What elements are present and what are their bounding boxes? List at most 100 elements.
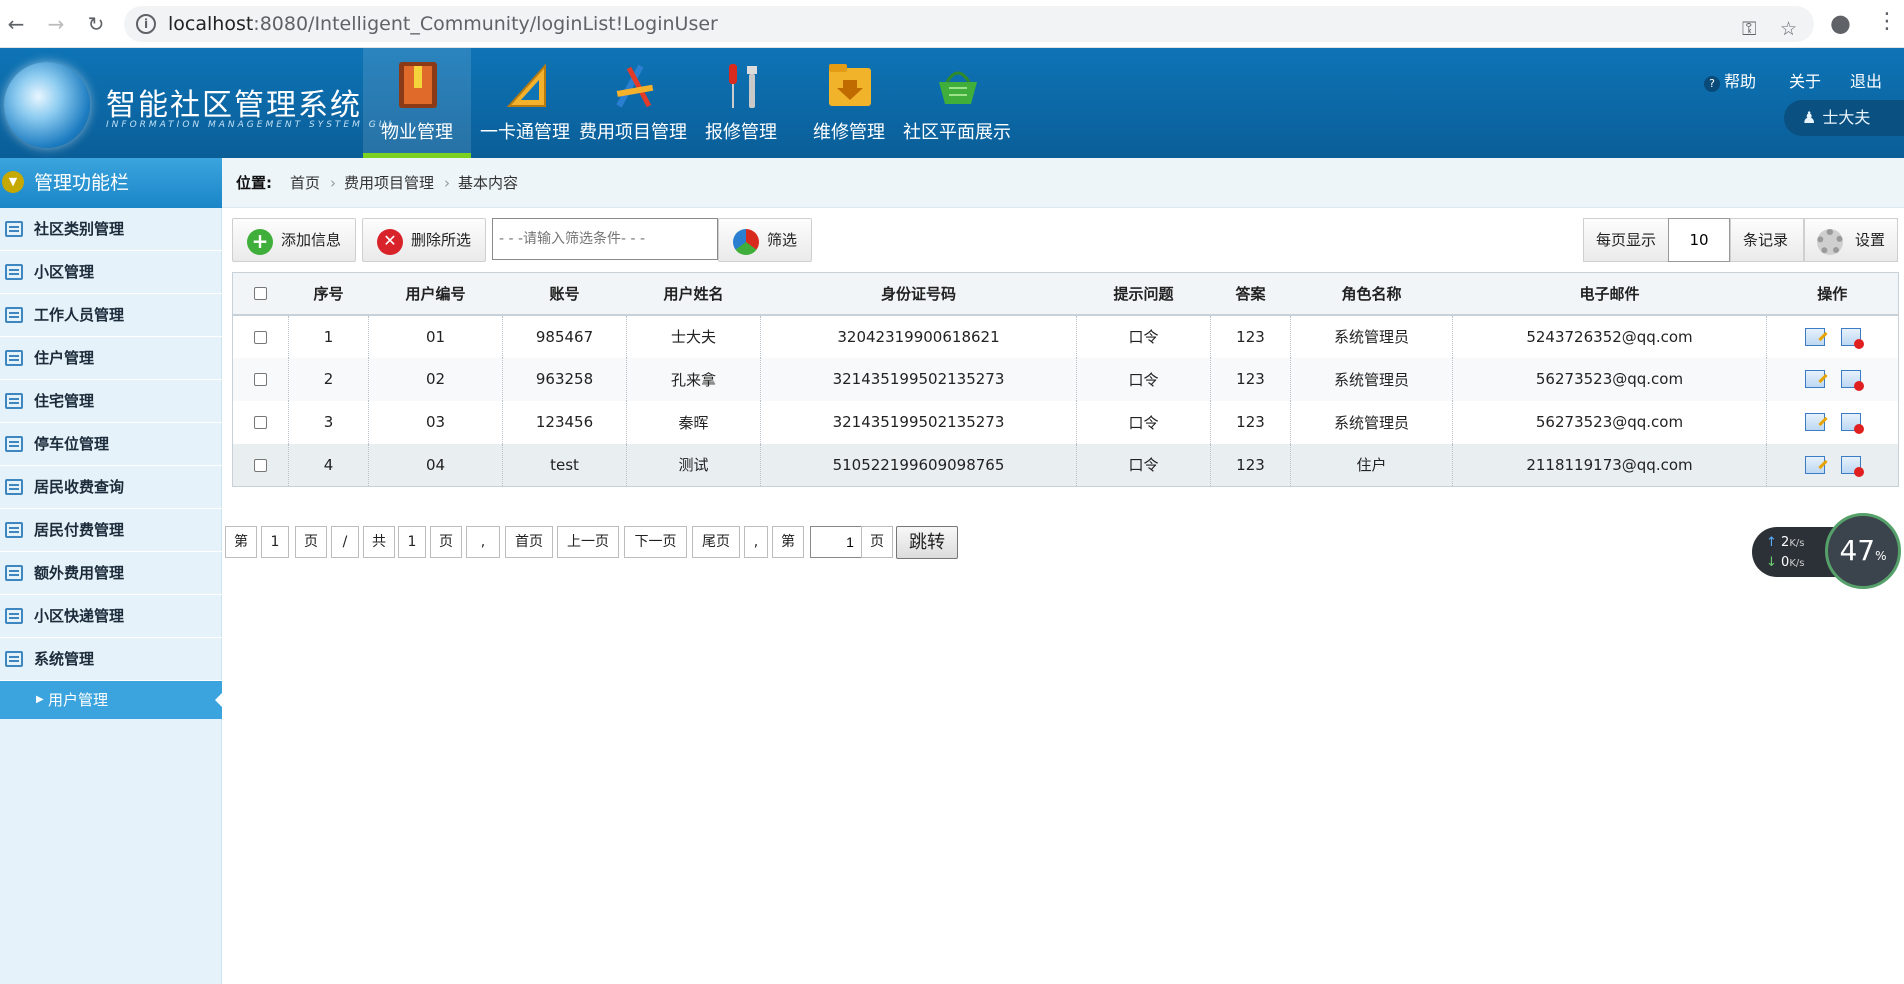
cell-id-card: 510522199609098765 [760,443,1077,487]
sidebar: ▼ 管理功能栏 社区类别管理 小区管理 工作人员管理 住户管理 住宅管理 停车位管… [0,158,223,984]
app-subtitle: INFORMATION MANAGEMENT SYSTEM GUI [106,120,394,130]
sidebar-item-parking[interactable]: 停车位管理 [0,423,222,466]
cell-role: 系统管理员 [1290,357,1453,401]
about-link[interactable]: 关于 [1789,68,1821,92]
add-button[interactable]: + 添加信息 [232,218,356,262]
row-checkbox[interactable] [254,330,267,344]
book-icon [399,62,437,108]
pager-comma: , [466,526,500,558]
nav-maintenance[interactable]: 维修管理 [795,48,903,158]
cell-actions [1766,357,1899,401]
filter-input[interactable] [492,218,718,260]
cell-question: 口令 [1076,400,1211,444]
row-select-cell[interactable] [233,315,289,358]
sidebar-item-express[interactable]: 小区快递管理 [0,595,222,638]
delete-selected-button[interactable]: ✕ 删除所选 [362,218,486,262]
help-icon: ? [1704,76,1720,92]
sidebar-header[interactable]: ▼ 管理功能栏 [0,158,222,208]
site-info-icon[interactable]: i [136,14,156,34]
pager-slash: / [331,526,359,558]
cell-email: 5243726352@qq.com [1452,314,1767,358]
menu-kebab-icon[interactable]: ⋮ [1876,9,1898,34]
row-select-cell[interactable] [232,443,289,487]
sidebar-item-resident[interactable]: 住户管理 [0,337,222,380]
nav-community-map[interactable]: 社区平面展示 [903,48,1011,158]
row-checkbox[interactable] [254,373,267,386]
nav-repair-report[interactable]: 报修管理 [687,48,795,158]
reload-icon[interactable]: ↻ [82,10,110,38]
col-header-question: 提示问题 [1076,272,1211,316]
row-select-cell[interactable] [232,357,289,401]
sidebar-item-extra-fee[interactable]: 额外费用管理 [0,552,222,595]
cell-answer: 123 [1210,400,1291,444]
pager-next-button[interactable]: 下一页 [624,526,687,558]
sidebar-item-fee-query[interactable]: 居民收费查询 [0,466,222,509]
delete-row-icon[interactable] [1840,370,1864,392]
calendar-icon [5,608,23,624]
sidebar-item-staff[interactable]: 工作人员管理 [0,294,222,337]
sidebar-item-label: 小区管理 [34,263,95,281]
sidebar-item-district[interactable]: 小区管理 [0,251,222,294]
pager-di2: 第 [772,526,804,558]
pager-last-button[interactable]: 尾页 [692,526,740,558]
breadcrumb-fee[interactable]: 费用项目管理 [344,158,434,208]
nav-fee[interactable]: 费用项目管理 [579,48,687,158]
forward-icon[interactable]: → [42,10,70,38]
delete-row-icon[interactable] [1840,413,1864,435]
cell-id-card: 321435199502135273 [760,400,1077,444]
delete-row-icon[interactable] [1840,456,1864,477]
edit-icon[interactable] [1804,456,1825,474]
url-text[interactable]: localhost:8080/Intelligent_Community/log… [168,13,718,35]
pager-first-button[interactable]: 首页 [505,526,553,558]
edit-icon[interactable] [1804,327,1825,346]
select-all-cell[interactable] [232,272,289,316]
pager-go-button[interactable]: 跳转 [896,526,958,559]
select-all-checkbox[interactable] [254,287,268,301]
memory-usage-gauge[interactable]: 47% [1825,513,1901,589]
pager-prev-button[interactable]: 上一页 [557,526,619,558]
sidebar-item-payment[interactable]: 居民付费管理 [0,509,222,552]
cell-name: 孔来拿 [626,357,761,401]
sidebar-item-community-category[interactable]: 社区类别管理 [0,208,222,251]
per-page-input[interactable] [1668,218,1730,262]
user-badge[interactable]: ♟ 士大夫 [1784,100,1904,136]
delete-row-icon[interactable] [1840,327,1864,349]
cell-index: 4 [288,443,369,487]
gauge-value: 47 [1839,534,1876,567]
back-icon[interactable]: ← [2,10,30,38]
download-speed: ↓ 0K/s [1766,555,1804,570]
sidebar-item-label: 住宅管理 [34,392,95,410]
edit-icon[interactable] [1804,370,1825,389]
sidebar-item-label: 社区类别管理 [34,220,125,238]
row-checkbox[interactable] [254,416,267,429]
key-icon[interactable]: ⚿ [1742,18,1756,40]
nav-property[interactable]: 物业管理 [363,48,471,158]
sidebar-item-label: 居民收费查询 [34,478,125,496]
per-page-label: 每页显示 [1583,218,1669,262]
settings-button[interactable]: 设置 [1804,218,1898,262]
filter-label: 筛选 [767,231,798,249]
sidebar-item-label: 居民付费管理 [34,521,125,539]
address-bar[interactable]: i localhost:8080/Intelligent_Community/l… [124,6,1814,42]
breadcrumb-home[interactable]: 首页 [290,158,320,208]
filter-button[interactable]: 筛选 [718,218,812,262]
logout-link[interactable]: 退出 [1850,68,1882,92]
row-select-cell[interactable] [233,401,289,444]
collapse-toggle-icon[interactable]: ▼ [2,170,24,193]
calendar-icon [5,565,23,581]
col-header-role: 角色名称 [1290,272,1453,316]
nav-card[interactable]: 一卡通管理 [471,48,579,158]
upload-speed: ↑ 2K/s [1766,535,1804,550]
edit-icon[interactable] [1804,413,1825,432]
sidebar-item-housing[interactable]: 住宅管理 [0,380,222,423]
sidebar-item-system[interactable]: 系统管理 [0,638,222,681]
design-tools-icon [616,64,654,108]
profile-icon[interactable]: ● [1830,9,1851,37]
star-icon[interactable]: ☆ [1780,18,1797,40]
sidebar-subitem-user-management[interactable]: ▶ 用户管理 [0,681,223,719]
active-notch [215,692,223,708]
folder-download-icon [829,64,871,106]
help-link[interactable]: ? 帮助 [1704,68,1756,92]
row-checkbox[interactable] [254,458,267,472]
col-header-account: 账号 [502,272,627,316]
